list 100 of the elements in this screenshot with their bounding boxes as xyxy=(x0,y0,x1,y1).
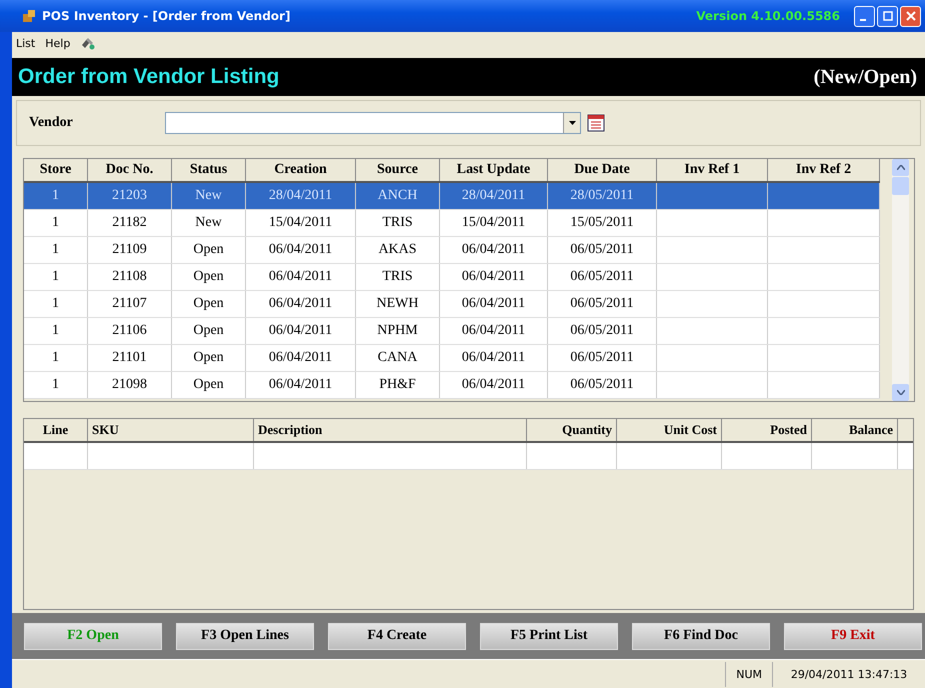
table-cell: CANA xyxy=(378,350,418,365)
column-header[interactable]: Creation xyxy=(246,159,356,181)
table-cell: 06/04/2011 xyxy=(268,323,332,338)
header-title: Order from Vendor Listing xyxy=(18,65,280,89)
dropdown-arrow-icon xyxy=(568,121,576,125)
table-cell: 06/04/2011 xyxy=(462,350,526,365)
column-header[interactable]: SKU xyxy=(88,419,254,441)
table-cell: New xyxy=(195,215,222,230)
table-cell: 1 xyxy=(52,215,59,230)
table-cell: 21106 xyxy=(112,323,147,338)
table-cell: TRIS xyxy=(382,215,413,230)
function-button[interactable]: F6 Find Doc xyxy=(632,622,770,650)
column-header[interactable]: Last Update xyxy=(440,159,548,181)
table-cell: 1 xyxy=(52,242,59,257)
table-cell: 06/04/2011 xyxy=(268,296,332,311)
function-button[interactable]: F9 Exit xyxy=(784,622,922,650)
table-row[interactable]: 1 21108 Open 06/04/2011 TRIS 06/04/2011 06/05/2011 xyxy=(24,264,880,291)
column-header[interactable]: Description xyxy=(254,419,527,441)
table-cell: TRIS xyxy=(382,269,413,284)
table-cell: Open xyxy=(193,242,224,257)
mode-label: (New/Open) xyxy=(814,66,917,88)
function-button[interactable]: F3 Open Lines xyxy=(176,622,314,650)
column-header[interactable]: Store xyxy=(24,159,88,181)
table-cell: 1 xyxy=(52,377,59,392)
table-cell: 06/04/2011 xyxy=(462,296,526,311)
function-button[interactable]: F5 Print List xyxy=(480,622,618,650)
table-cell: 06/04/2011 xyxy=(268,377,332,392)
table-cell: 06/05/2011 xyxy=(570,350,634,365)
table-cell: 28/05/2011 xyxy=(570,188,634,203)
scroll-thumb[interactable] xyxy=(892,177,909,195)
table-cell: 21182 xyxy=(112,215,147,230)
table-cell: New xyxy=(195,188,222,203)
vendor-dropdown[interactable] xyxy=(165,112,581,134)
table-cell: Open xyxy=(193,269,224,284)
table-cell: 1 xyxy=(52,350,59,365)
table-cell: NPHM xyxy=(377,323,418,338)
scrollbar[interactable] xyxy=(892,159,909,401)
column-header[interactable]: Line xyxy=(24,419,88,441)
version-label: Version 4.10.00.5586 xyxy=(696,9,840,23)
column-header[interactable]: Status xyxy=(172,159,246,181)
column-header[interactable]: Balance xyxy=(812,419,898,441)
table-row[interactable]: 1 21109 Open 06/04/2011 AKAS 06/04/2011 06/05/2011 xyxy=(24,237,880,264)
table-cell: Open xyxy=(193,323,224,338)
minimize-button[interactable] xyxy=(854,6,875,26)
maximize-button[interactable] xyxy=(877,6,898,26)
table-cell: 1 xyxy=(52,323,59,338)
table-cell: 06/04/2011 xyxy=(462,242,526,257)
table-row[interactable]: 1 21098 Open 06/04/2011 PH&F 06/04/2011 06/05/2011 xyxy=(24,372,880,399)
table-cell: 06/04/2011 xyxy=(462,377,526,392)
menu-item[interactable]: Help xyxy=(45,36,70,50)
table-cell: Open xyxy=(193,350,224,365)
table-row[interactable]: 1 21182 New 15/04/2011 TRIS 15/04/2011 15/05/2011 xyxy=(24,210,880,237)
column-header[interactable]: Inv Ref 2 xyxy=(768,159,880,181)
table-cell: 15/04/2011 xyxy=(268,215,332,230)
table-row[interactable]: 1 21203 New 28/04/2011 ANCH 28/04/2011 28/05/2011 xyxy=(24,183,880,210)
column-header[interactable]: Unit Cost xyxy=(617,419,722,441)
maximize-icon xyxy=(882,11,892,21)
table-cell: 06/05/2011 xyxy=(570,296,634,311)
table-cell: 06/05/2011 xyxy=(570,377,634,392)
table-cell: 21203 xyxy=(112,188,147,203)
vendor-label: Vendor xyxy=(29,115,74,131)
table-cell: 06/05/2011 xyxy=(570,242,634,257)
table-cell: 21101 xyxy=(112,350,147,365)
table-cell: PH&F xyxy=(379,377,416,392)
table-cell: 1 xyxy=(52,269,59,284)
table-cell: 06/04/2011 xyxy=(462,269,526,284)
status-datetime: 29/04/2011 13:47:13 xyxy=(772,662,925,686)
table-cell: 06/05/2011 xyxy=(570,269,634,284)
table-cell: AKAS xyxy=(378,242,417,257)
tools-icon[interactable] xyxy=(80,35,96,51)
column-header[interactable]: Source xyxy=(356,159,440,181)
table-cell: Open xyxy=(193,296,224,311)
table-row[interactable]: 1 21107 Open 06/04/2011 NEWH 06/04/2011 06/05/2011 xyxy=(24,291,880,318)
column-header[interactable]: Doc No. xyxy=(88,159,172,181)
table-cell: 28/04/2011 xyxy=(268,188,332,203)
column-header[interactable]: Quantity xyxy=(527,419,617,441)
table-cell: 1 xyxy=(52,188,59,203)
table-cell: Open xyxy=(193,377,224,392)
app-icon xyxy=(22,9,36,23)
table-cell: 15/04/2011 xyxy=(462,215,526,230)
table-cell: 15/05/2011 xyxy=(570,215,634,230)
table-cell: 28/04/2011 xyxy=(462,188,526,203)
table-cell: ANCH xyxy=(378,188,418,203)
table-row[interactable]: 1 21101 Open 06/04/2011 CANA 06/04/2011 06/05/2011 xyxy=(24,345,880,372)
table-cell: 1 xyxy=(52,296,59,311)
column-header[interactable]: Posted xyxy=(722,419,812,441)
table-row[interactable]: 1 21106 Open 06/04/2011 NPHM 06/04/2011 06/05/2011 xyxy=(24,318,880,345)
menu-item[interactable]: List xyxy=(16,36,36,50)
table-cell: 06/04/2011 xyxy=(462,323,526,338)
table-cell: 06/04/2011 xyxy=(268,242,332,257)
column-header[interactable]: Inv Ref 1 xyxy=(657,159,768,181)
close-icon xyxy=(906,11,916,21)
column-header[interactable]: Due Date xyxy=(548,159,657,181)
table-cell: 21108 xyxy=(112,269,147,284)
function-button[interactable]: F4 Create xyxy=(328,622,466,650)
table-cell: 21109 xyxy=(112,242,147,257)
close-button[interactable] xyxy=(900,6,921,26)
table-cell: 06/04/2011 xyxy=(268,350,332,365)
list-icon[interactable] xyxy=(587,114,605,132)
table-cell: 21098 xyxy=(112,377,147,392)
